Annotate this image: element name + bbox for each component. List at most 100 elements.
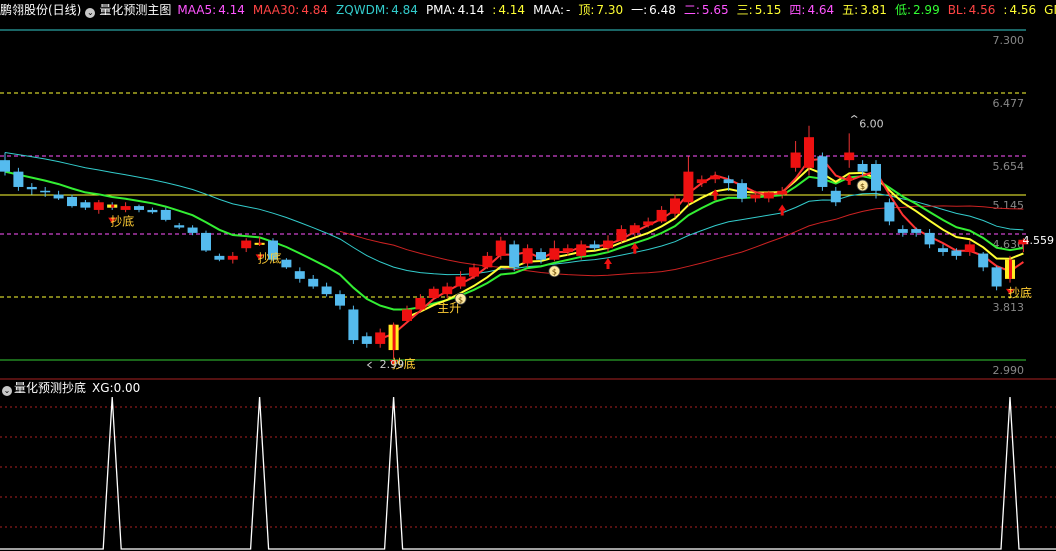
candle-body xyxy=(308,278,319,287)
candle xyxy=(428,286,439,300)
signal-label: 抄底 xyxy=(258,250,282,265)
candle-body xyxy=(924,232,935,245)
candle-body xyxy=(67,196,77,207)
candle-body xyxy=(978,253,989,268)
signal-label: 抄底 xyxy=(1008,285,1032,300)
indicator-name[interactable]: 量化预测主图 xyxy=(99,3,171,17)
candle-body xyxy=(562,248,573,253)
header-item: 五: 3.81 xyxy=(842,3,891,17)
candle xyxy=(348,305,359,344)
candle-body xyxy=(629,225,640,233)
candle-body xyxy=(53,194,64,199)
candle-body xyxy=(884,202,895,222)
candle-body xyxy=(134,206,144,210)
header-value: 2.99 xyxy=(912,3,940,17)
candle xyxy=(871,160,881,199)
candle-body xyxy=(495,240,506,256)
header-label: 四: xyxy=(789,3,806,17)
candle-body xyxy=(683,171,694,203)
candle xyxy=(616,225,627,243)
candle-body xyxy=(737,183,747,199)
candle xyxy=(710,171,721,184)
candle-body xyxy=(643,221,654,226)
header-item: MAA: - xyxy=(533,3,574,17)
candle-body xyxy=(897,229,908,233)
candle xyxy=(978,252,989,272)
candle xyxy=(375,328,386,348)
candle xyxy=(683,156,694,207)
signal-label: 抄底 xyxy=(110,214,134,229)
header-value: 4.14 xyxy=(498,3,526,17)
candle-body xyxy=(576,244,587,256)
money-bag-icon-glyph: $ xyxy=(458,295,463,304)
indicator-toggle-icon[interactable]: ⌄ xyxy=(85,8,96,18)
header-value: 4.56 xyxy=(1009,3,1037,17)
header-item: 一: 6.48 xyxy=(631,3,680,17)
candle-body xyxy=(187,227,198,233)
candle-body xyxy=(428,288,439,298)
header-value: 3.81 xyxy=(860,3,887,17)
candle-body xyxy=(321,286,332,295)
header-item: :4.14 xyxy=(492,3,529,17)
candle-body xyxy=(911,229,922,233)
price-annotation: 6.00 xyxy=(859,118,884,131)
header-item: BL: 4.56 xyxy=(948,3,1000,17)
header-label: 三: xyxy=(736,3,753,17)
candle-body xyxy=(509,244,520,268)
candle xyxy=(763,190,774,203)
candle xyxy=(174,222,185,230)
header-value: 4.84 xyxy=(301,3,329,17)
price-level-label: 7.300 xyxy=(993,34,1025,47)
candle-body xyxy=(857,163,868,172)
last-price-label: 4.559 xyxy=(1023,234,1055,247)
candle xyxy=(93,199,104,214)
candle xyxy=(80,199,91,210)
candle-body xyxy=(817,156,828,187)
candle xyxy=(281,258,292,269)
candle-body xyxy=(723,179,734,184)
candle xyxy=(308,275,319,289)
candle xyxy=(361,332,372,348)
header-label: ZQWDM: xyxy=(336,3,390,17)
candle xyxy=(53,190,64,200)
candle xyxy=(469,263,479,279)
candle xyxy=(509,240,520,272)
header-item: 顶: 7.30 xyxy=(578,3,627,17)
candle-body xyxy=(201,232,211,251)
candle xyxy=(147,207,158,214)
header-item: 三: 5.15 xyxy=(737,3,786,17)
money-bag-icon-glyph: $ xyxy=(860,182,865,191)
candle xyxy=(67,194,77,208)
header-value: 7.30 xyxy=(596,3,624,17)
candle xyxy=(911,227,922,237)
candle-body xyxy=(589,244,600,249)
header-item: 四: 4.64 xyxy=(789,3,838,17)
header-label: 顶: xyxy=(578,3,595,17)
header-label: MAA30: xyxy=(252,3,300,17)
header-label: MAA: xyxy=(533,3,564,17)
header-item: 二: 5.65 xyxy=(684,3,733,17)
candle xyxy=(817,152,828,191)
candle-body xyxy=(871,163,881,191)
candle xyxy=(241,238,252,253)
candle-body xyxy=(415,297,426,310)
indicator-values: MAA5: 4.14 MAA30: 4.84 ZQWDM: 4.84 PMA: 4.14:4.… xyxy=(177,3,1056,17)
candle-body xyxy=(991,267,1002,287)
header-label: : xyxy=(1003,3,1008,17)
candle-body xyxy=(656,209,667,222)
candle xyxy=(120,202,131,213)
header-value: 4.14 xyxy=(457,3,485,17)
candle xyxy=(321,282,332,297)
candle-body xyxy=(361,336,372,344)
main-price-chart: 7.3006.4775.6545.1454.6363.8132.990抄底抄底抄… xyxy=(0,29,1056,380)
candle-body xyxy=(455,276,466,287)
header-value: 5.65 xyxy=(701,3,729,17)
candle-body xyxy=(375,332,386,344)
candle-body xyxy=(603,240,613,249)
candle-body xyxy=(160,209,171,220)
header-value: 5.15 xyxy=(754,3,782,17)
xg-signal-line xyxy=(0,396,1056,550)
candle xyxy=(227,252,238,264)
maa30-line xyxy=(339,205,1024,277)
candle-body xyxy=(696,179,707,184)
